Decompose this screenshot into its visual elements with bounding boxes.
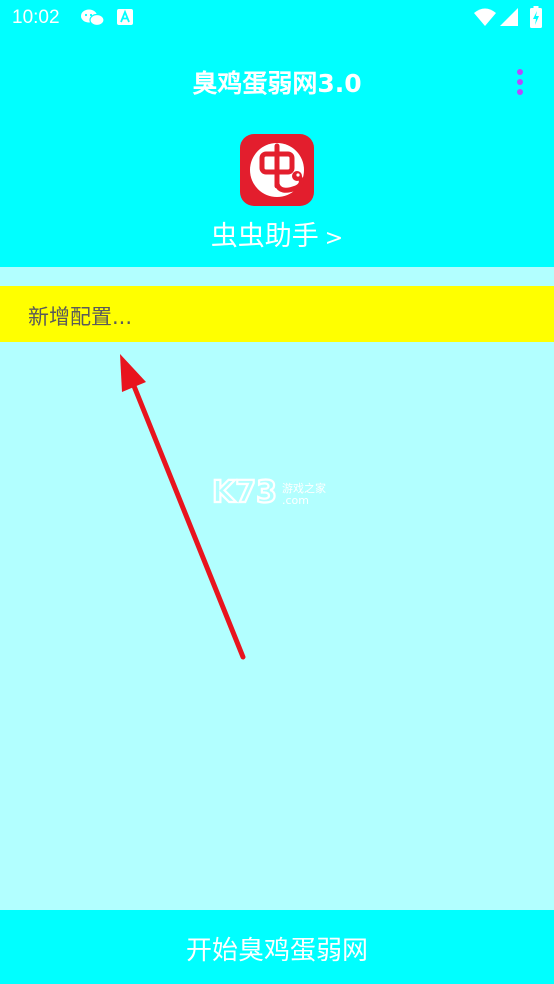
app-title: 臭鸡蛋弱网3.0 (192, 69, 362, 98)
start-button-label: 开始臭鸡蛋弱网 (185, 936, 368, 966)
watermark-subtitle: 游戏之家 (282, 481, 326, 495)
app-header: 臭鸡蛋弱网3.0 虫虫助手 > (0, 38, 554, 267)
new-config-item[interactable]: 新增配置... (0, 286, 554, 342)
a-icon (117, 9, 133, 25)
chevron-right-icon: > (324, 226, 344, 251)
wifi-icon (474, 8, 496, 26)
status-time: 10:02 (12, 7, 60, 28)
watermark-domain: .com (282, 494, 309, 507)
battery-icon (530, 6, 542, 28)
more-vert-icon[interactable] (510, 68, 530, 96)
status-bar: 10:02 (0, 0, 554, 38)
assistant-link[interactable]: 虫虫助手 > (0, 214, 554, 253)
chongchong-logo-icon[interactable] (240, 134, 314, 206)
assistant-link-label: 虫虫助手 (210, 221, 319, 252)
wechat-icon (81, 9, 105, 27)
annotation-arrow (120, 354, 246, 660)
new-config-label: 新增配置... (28, 305, 133, 329)
signal-icon (500, 8, 518, 26)
start-button[interactable]: 开始臭鸡蛋弱网 (0, 910, 554, 984)
